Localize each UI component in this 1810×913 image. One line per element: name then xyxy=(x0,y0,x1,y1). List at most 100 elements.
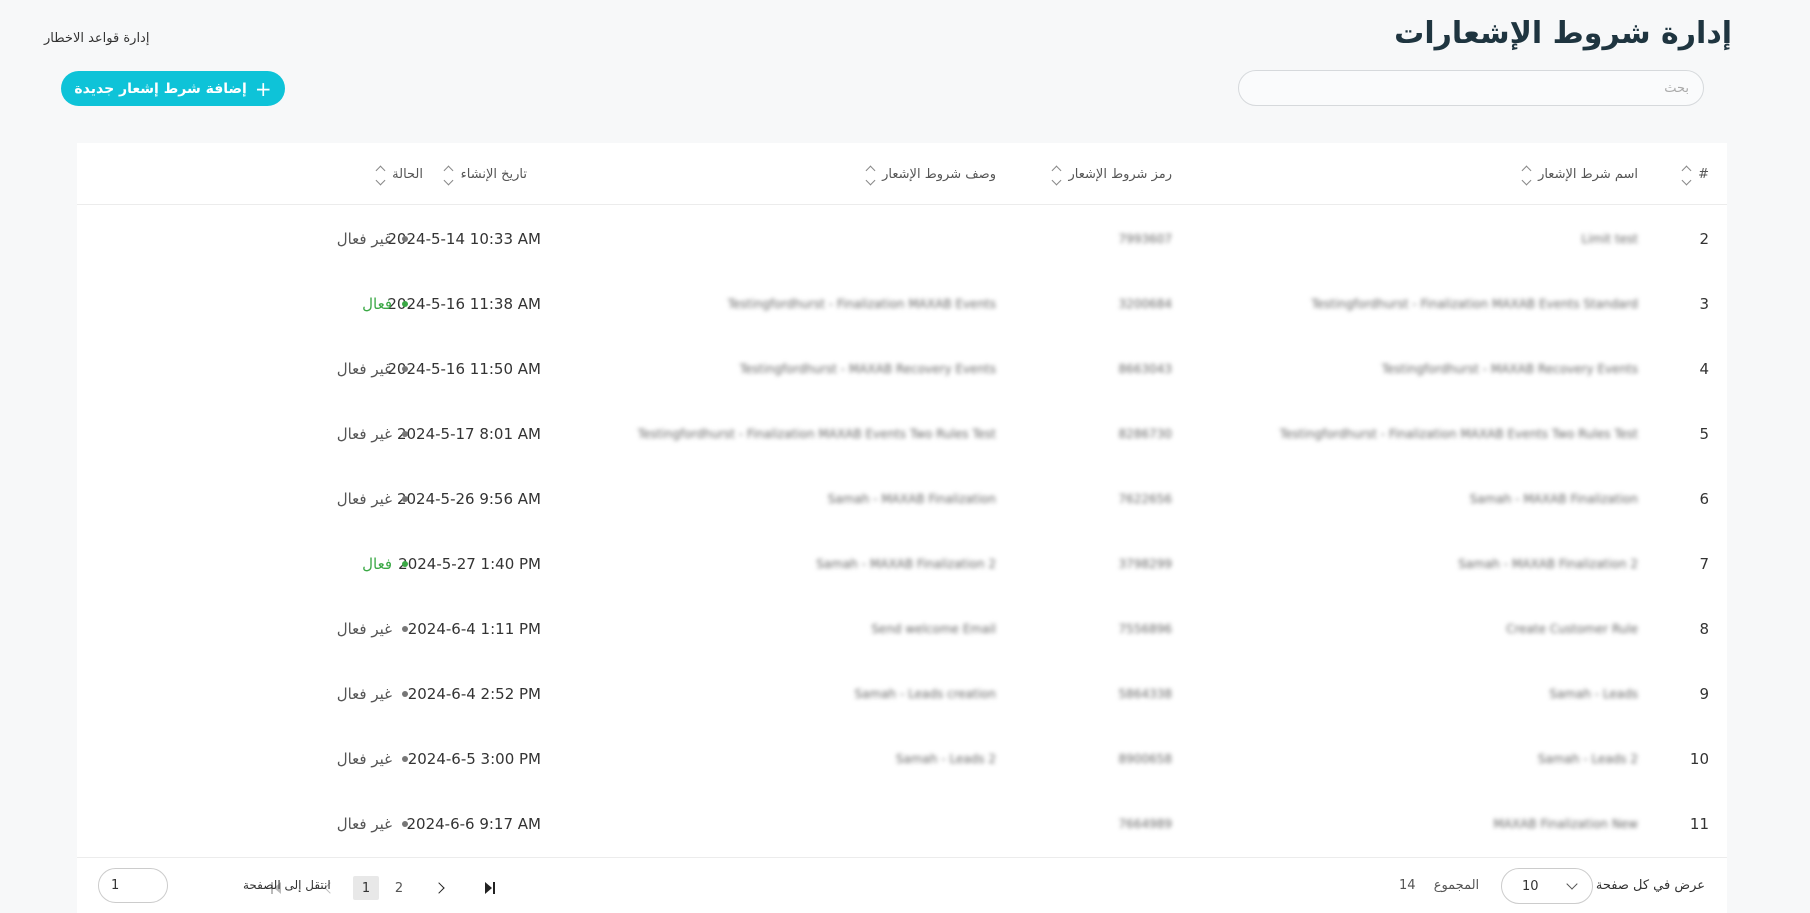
cell-name: Samah - MAXAB Finalization xyxy=(1469,491,1638,506)
table-header: # اسم شرط الإشعار رمز شروط الإشعار وصف ش… xyxy=(77,143,1727,205)
cell-created: 2024-6-6 9:17 AM xyxy=(406,814,541,833)
goto-page-label: انتقل إلى الصفحة xyxy=(243,878,331,892)
cell-created: 2024-5-14 10:33 AM xyxy=(387,229,541,248)
cell-index: 11 xyxy=(1689,814,1709,833)
sort-icon[interactable] xyxy=(1051,165,1063,185)
cell-created: 2024-5-16 11:38 AM xyxy=(387,294,541,313)
status-badge: غير فعال xyxy=(337,466,408,531)
status-badge: غير فعال xyxy=(337,401,408,466)
table-row[interactable]: 2 Limit test 7993607 2024-5-14 10:33 AM غير … xyxy=(77,206,1727,271)
cell-created: 2024-5-27 1:40 PM xyxy=(398,554,541,573)
column-header-index[interactable]: # xyxy=(1680,143,1709,205)
cell-name: Samah - MAXAB Finalization 2 xyxy=(1458,556,1638,571)
table-row[interactable]: 10 Samah - Leads 2 8900658 Samah - Leads 2 2… xyxy=(77,726,1727,791)
cell-index: 2 xyxy=(1699,229,1709,248)
cell-code: 3200684 xyxy=(1118,296,1172,311)
cell-code: 7556896 xyxy=(1118,621,1172,636)
status-label: غير فعال xyxy=(336,424,392,443)
status-label: فعال xyxy=(362,294,392,313)
status-badge: غير فعال xyxy=(337,661,408,726)
cell-description: Samah - Leads 2 xyxy=(895,751,996,766)
status-dot-icon xyxy=(402,690,408,697)
status-badge: غير فعال xyxy=(337,336,408,401)
table-row[interactable]: 5 Testingfordhurst - Finalization MAXAB E… xyxy=(77,401,1727,466)
column-header-description[interactable]: وصف شروط الإشعار xyxy=(864,143,996,205)
table-row[interactable]: 9 Samah - Leads 5864338 Samah - Leads creat… xyxy=(77,661,1727,726)
table-footer: عرض في كل صفحة 10 المجموع 14 2 1 انتقل إ… xyxy=(77,857,1727,913)
table-row[interactable]: 3 Testingfordhurst - Finalization MAXAB E… xyxy=(77,271,1727,336)
cell-description: Samah - Leads creation xyxy=(854,686,996,701)
status-dot-icon xyxy=(402,235,408,242)
cell-name: Limit test xyxy=(1581,231,1638,246)
table-row[interactable]: 8 Create Customer Rule 7556896 Send welcome… xyxy=(77,596,1727,661)
sort-icon[interactable] xyxy=(1680,165,1692,185)
status-badge: غير فعال xyxy=(337,596,408,661)
status-dot-icon xyxy=(402,820,408,827)
page-size-label: عرض في كل صفحة xyxy=(1595,878,1705,893)
status-label: غير فعال xyxy=(336,229,392,248)
last-page-icon xyxy=(485,882,495,894)
column-header-name[interactable]: اسم شرط الإشعار xyxy=(1520,143,1638,205)
status-badge: فعال xyxy=(362,531,408,596)
status-label: غير فعال xyxy=(336,814,392,833)
table-row[interactable]: 4 Testingfordhurst - MAXAB Recovery Event… xyxy=(77,336,1727,401)
cell-description: Samah - MAXAB Finalization xyxy=(827,491,996,506)
cell-code: 7664989 xyxy=(1118,816,1172,831)
cell-code: 7993607 xyxy=(1118,231,1172,246)
cell-code: 5864338 xyxy=(1118,686,1172,701)
total-label: المجموع xyxy=(1433,878,1480,893)
goto-page-input[interactable] xyxy=(98,868,168,903)
sort-icon[interactable] xyxy=(1520,165,1532,185)
column-header-created[interactable]: تاريخ الإنشاء xyxy=(443,143,527,205)
status-label: غير فعال xyxy=(336,359,392,378)
page-size-select[interactable]: 10 xyxy=(1501,868,1593,904)
cell-created: 2024-5-16 11:50 AM xyxy=(387,359,541,378)
cell-created: 2024-6-4 1:11 PM xyxy=(407,619,541,638)
cell-created: 2024-5-17 8:01 AM xyxy=(396,424,541,443)
cell-name: Testingfordhurst - Finalization MAXAB Ev… xyxy=(1311,296,1638,311)
sort-icon[interactable] xyxy=(374,165,386,185)
add-notification-condition-button[interactable]: + إضافة شرط إشعار جديدة xyxy=(61,71,285,106)
page: إدارة شروط الإشعارات إدارة قواعد الاخطار… xyxy=(0,0,1810,913)
cell-created: 2024-6-5 3:00 PM xyxy=(407,749,541,768)
cell-description: Testingfordhurst - MAXAB Recovery Events xyxy=(739,361,996,376)
sort-icon[interactable] xyxy=(864,165,876,185)
status-badge: غير فعال xyxy=(337,791,408,856)
cell-code: 8663043 xyxy=(1118,361,1172,376)
table-row[interactable]: 6 Samah - MAXAB Finalization 7622656 Samah … xyxy=(77,466,1727,531)
breadcrumb-notification-rules-link[interactable]: إدارة قواعد الاخطار xyxy=(44,31,149,46)
total-value: 14 xyxy=(1399,878,1416,893)
sort-icon[interactable] xyxy=(443,165,455,185)
table-body: 2 Limit test 7993607 2024-5-14 10:33 AM غير … xyxy=(77,206,1727,856)
cell-index: 5 xyxy=(1699,424,1709,443)
search-input[interactable] xyxy=(1238,70,1704,106)
column-header-code[interactable]: رمز شروط الإشعار xyxy=(1051,143,1172,205)
page-title: إدارة شروط الإشعارات xyxy=(1394,16,1732,51)
chevron-right-icon xyxy=(433,882,445,894)
table-row[interactable]: 11 MAXAB Finalization New 7664989 2024-6-6 … xyxy=(77,791,1727,856)
cell-description: Testingfordhurst - Finalization MAXAB Ev… xyxy=(637,426,996,441)
next-page-button[interactable] xyxy=(427,876,451,900)
cell-code: 3798299 xyxy=(1118,556,1172,571)
status-dot-icon xyxy=(402,755,408,762)
add-button-label: إضافة شرط إشعار جديدة xyxy=(74,80,247,97)
status-dot-icon xyxy=(402,625,408,632)
total-count: المجموع 14 xyxy=(1399,878,1479,893)
status-label: غير فعال xyxy=(336,749,392,768)
cell-created: 2024-6-4 2:52 PM xyxy=(407,684,541,703)
column-header-status[interactable]: الحالة xyxy=(374,143,423,205)
last-page-button[interactable] xyxy=(478,876,502,900)
cell-code: 7622656 xyxy=(1118,491,1172,506)
status-dot-icon xyxy=(402,495,408,502)
cell-index: 7 xyxy=(1699,554,1709,573)
table-row[interactable]: 7 Samah - MAXAB Finalization 2 3798299 Sama… xyxy=(77,531,1727,596)
cell-name: Create Customer Rule xyxy=(1506,621,1638,636)
page-number-2[interactable]: 2 xyxy=(386,876,412,900)
cell-index: 6 xyxy=(1699,489,1709,508)
cell-name: Samah - Leads 2 xyxy=(1537,751,1638,766)
status-badge: فعال xyxy=(362,271,408,336)
status-badge: غير فعال xyxy=(337,206,408,271)
cell-name: Testingfordhurst - Finalization MAXAB Ev… xyxy=(1279,426,1638,441)
page-number-1[interactable]: 1 xyxy=(353,876,379,900)
status-dot-icon xyxy=(402,300,408,307)
